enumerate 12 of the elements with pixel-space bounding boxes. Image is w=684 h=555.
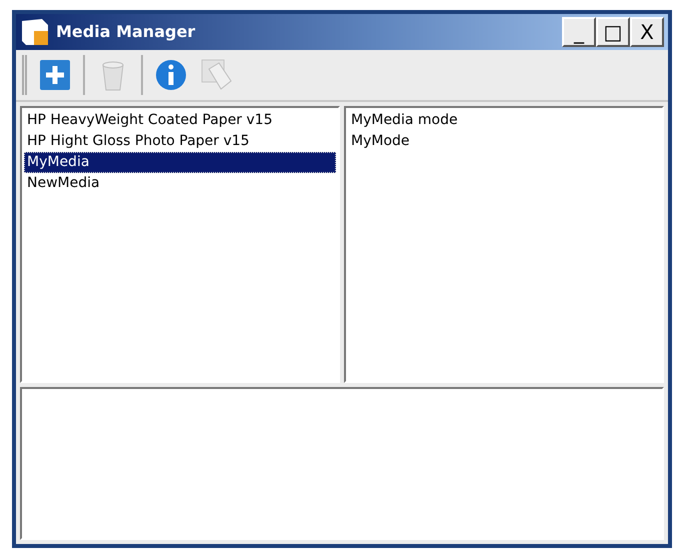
list-item[interactable]: MyMedia mode: [348, 110, 660, 131]
list-item[interactable]: HP Hight Gloss Photo Paper v15: [24, 131, 336, 152]
maximize-button[interactable]: □: [596, 17, 630, 47]
close-button[interactable]: X: [630, 17, 664, 47]
minimize-button[interactable]: _: [562, 17, 596, 47]
list-item[interactable]: NewMedia: [24, 173, 336, 194]
window-title: Media Manager: [56, 21, 196, 43]
info-button[interactable]: [153, 57, 189, 93]
list-item[interactable]: MyMedia: [24, 152, 336, 173]
add-button[interactable]: [37, 57, 73, 93]
list-item[interactable]: MyMode: [348, 131, 660, 152]
list-item[interactable]: HP HeavyWeight Coated Paper v15: [24, 110, 336, 131]
